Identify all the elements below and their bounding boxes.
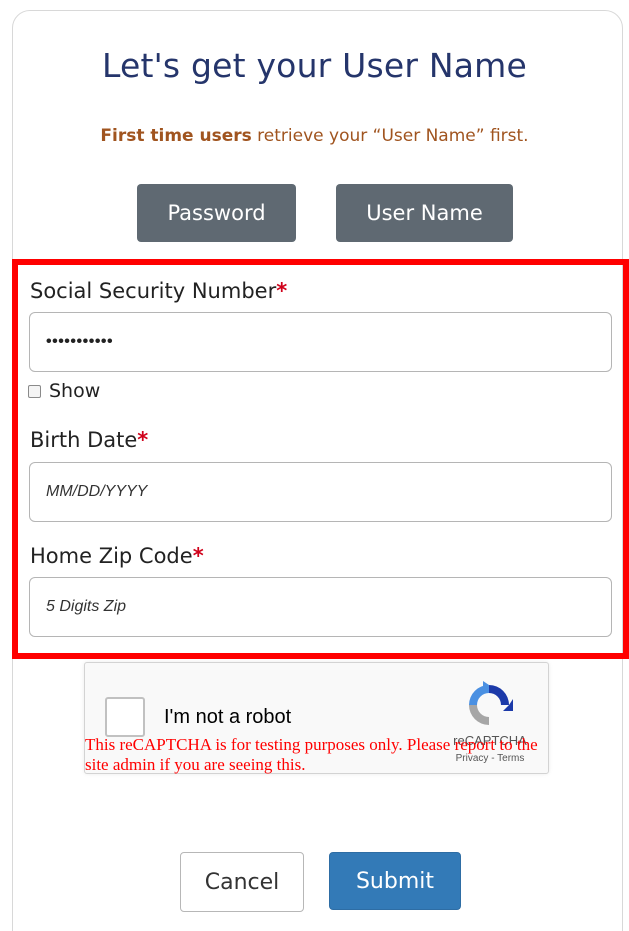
subtitle-text: retrieve your “User Name” first. — [251, 126, 529, 146]
ssn-input-value: ••••••••••• — [46, 333, 114, 350]
birth-date-placeholder: MM/DD/YYYY — [46, 483, 148, 500]
zip-required-mark: * — [192, 544, 204, 568]
user-name-button[interactable]: User Name — [336, 184, 513, 242]
zip-input[interactable]: 5 Digits Zip — [29, 577, 612, 637]
recaptcha-label: I'm not a robot — [164, 706, 292, 728]
show-checkbox[interactable] — [28, 384, 41, 398]
zip-label: Home Zip Code* — [30, 544, 204, 568]
birth-date-required-mark: * — [137, 428, 149, 452]
zip-placeholder: 5 Digits Zip — [46, 598, 127, 615]
birth-date-input[interactable]: MM/DD/YYYY — [29, 462, 612, 522]
subtitle: First time users retrieve your “User Nam… — [0, 126, 629, 146]
show-ssn-toggle[interactable]: Show — [28, 380, 100, 402]
subtitle-emphasis: First time users — [100, 126, 252, 146]
ssn-input[interactable]: ••••••••••• — [29, 312, 612, 372]
recaptcha-warning: This reCAPTCHA is for testing purposes o… — [85, 735, 538, 774]
show-label: Show — [49, 380, 101, 402]
page-title: Let's get your User Name — [101, 46, 528, 85]
recaptcha-checkbox[interactable] — [105, 697, 145, 737]
submit-button[interactable]: Submit — [329, 852, 461, 910]
birth-date-label-text: Birth Date — [30, 428, 138, 452]
cancel-button[interactable]: Cancel — [180, 852, 304, 912]
recaptcha-logo-icon — [469, 681, 513, 725]
zip-label-text: Home Zip Code — [30, 544, 193, 568]
ssn-required-mark: * — [276, 279, 288, 303]
ssn-label-text: Social Security Number — [30, 279, 277, 303]
recaptcha-widget: I'm not a robot reCAPTCHA Privacy - Term… — [84, 662, 549, 774]
password-button[interactable]: Password — [137, 184, 296, 242]
birth-date-label: Birth Date* — [30, 428, 148, 452]
ssn-label: Social Security Number* — [30, 279, 287, 303]
